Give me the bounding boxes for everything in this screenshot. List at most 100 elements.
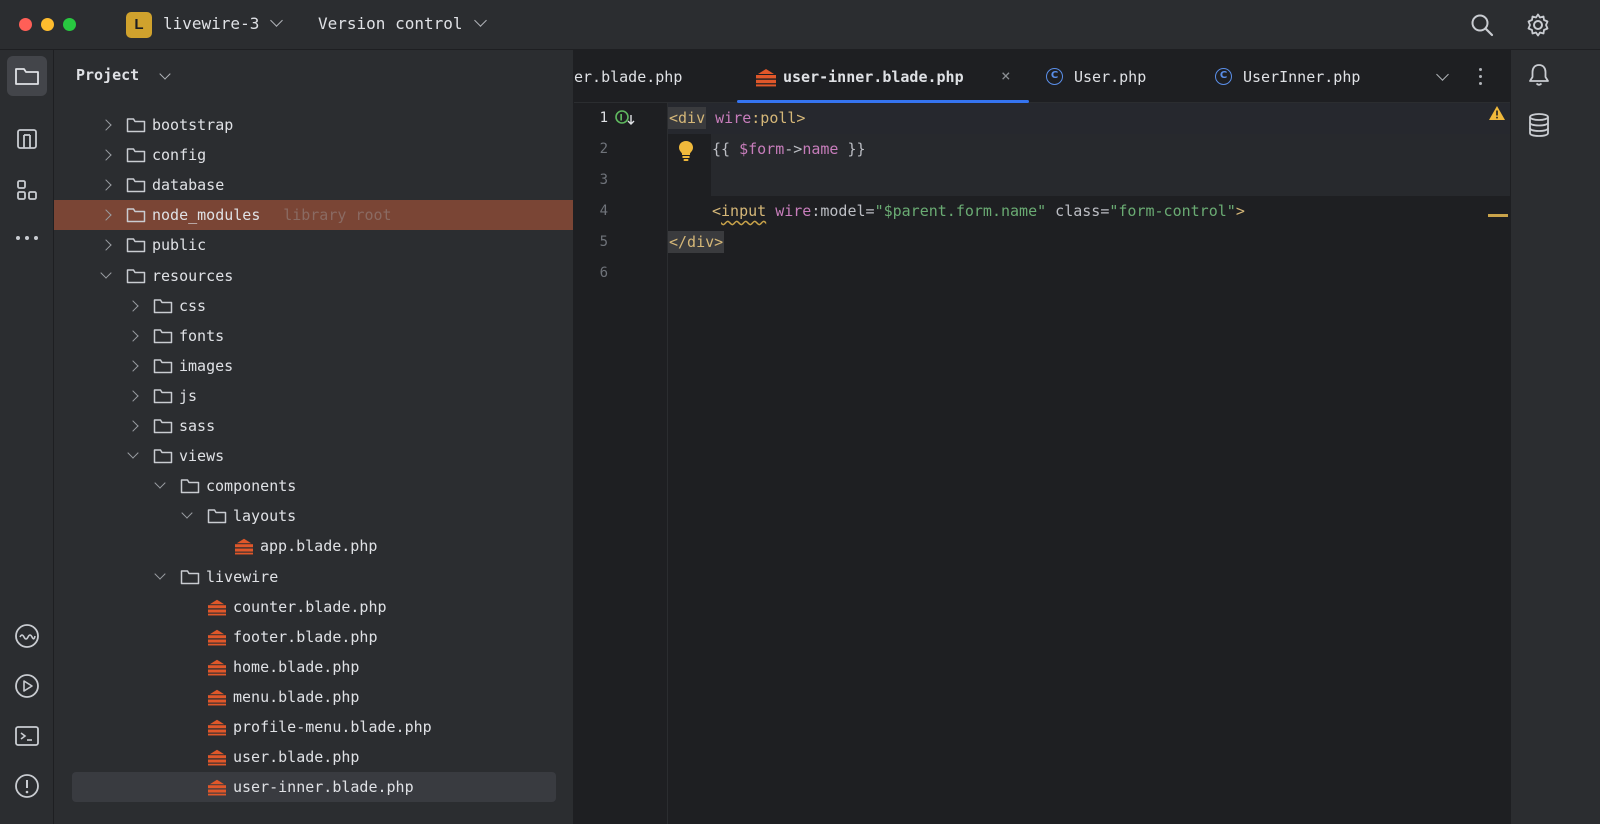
code-line[interactable]: {{ $form->name }} xyxy=(712,134,866,165)
minimize-window-button[interactable] xyxy=(41,18,54,31)
blade-icon xyxy=(208,659,226,676)
line-number: 1 xyxy=(599,110,608,126)
more-vertical-icon[interactable] xyxy=(1479,68,1483,86)
tab-user-inner-blade[interactable]: user-inner.blade.php × xyxy=(737,50,1029,103)
tree-folder[interactable]: bootstrap xyxy=(54,110,573,140)
bell-icon[interactable] xyxy=(1526,62,1552,88)
chevron-down-icon[interactable] xyxy=(154,477,166,489)
tree-file[interactable]: home.blade.php xyxy=(54,652,573,682)
tree-item-label: config xyxy=(152,146,207,165)
project-tool-button[interactable] xyxy=(7,56,47,96)
code-line[interactable]: </div> xyxy=(668,227,725,258)
tree-folder[interactable]: resources xyxy=(54,261,573,291)
ellipsis-icon xyxy=(16,236,38,240)
close-window-button[interactable] xyxy=(19,18,32,31)
more-tools-button[interactable] xyxy=(7,218,47,258)
tree-folder[interactable]: js xyxy=(54,381,573,411)
tree-file[interactable]: user.blade.php xyxy=(54,742,573,772)
folder-icon xyxy=(207,509,227,524)
svg-text:I: I xyxy=(620,114,623,124)
class-icon: C xyxy=(1046,68,1063,85)
tree-folder[interactable]: public xyxy=(54,230,573,260)
chevron-right-icon[interactable] xyxy=(127,330,139,342)
chevron-right-icon[interactable] xyxy=(100,119,112,131)
folder-icon xyxy=(153,359,173,374)
chevron-right-icon[interactable] xyxy=(100,179,112,191)
chevron-down-icon[interactable] xyxy=(127,447,139,459)
project-panel-title[interactable]: Project xyxy=(76,66,171,84)
tree-file[interactable]: profile-menu.blade.php xyxy=(54,712,573,742)
tree-folder[interactable]: livewire xyxy=(54,562,573,592)
project-badge[interactable]: L xyxy=(126,12,152,38)
tree-file[interactable]: app.blade.php xyxy=(54,531,573,561)
tree-file[interactable]: counter.blade.php xyxy=(54,592,573,622)
tree-folder[interactable]: database xyxy=(54,170,573,200)
run-tool-button[interactable] xyxy=(7,666,47,706)
tree-item-label: fonts xyxy=(179,326,225,345)
folder-icon xyxy=(126,148,146,163)
chevron-right-icon[interactable] xyxy=(127,420,139,432)
tree-file[interactable]: user-inner.blade.php xyxy=(72,772,556,803)
tree-folder[interactable]: node_modules library root xyxy=(54,200,573,231)
tree-folder[interactable]: images xyxy=(54,351,573,381)
scrollbar-marker[interactable] xyxy=(1488,214,1508,217)
search-icon[interactable] xyxy=(1469,12,1495,38)
terminal-tool-button[interactable] xyxy=(7,716,47,756)
tree-item-label: user.blade.php xyxy=(233,748,360,767)
code-line[interactable]: <input wire:model="$parent.form.name" cl… xyxy=(712,196,1245,227)
structure-tool-button[interactable] xyxy=(7,119,47,159)
code-line[interactable]: <div wire:poll> xyxy=(668,103,805,134)
blade-icon xyxy=(208,749,226,766)
tree-folder[interactable]: views xyxy=(54,441,573,471)
line-number: 6 xyxy=(599,265,608,281)
chevron-right-icon[interactable] xyxy=(127,390,139,402)
version-control-menu[interactable]: Version control xyxy=(318,14,463,33)
chevron-right-icon[interactable] xyxy=(100,209,112,221)
title-bar: L livewire-3 Version control xyxy=(0,0,1600,50)
play-icon xyxy=(15,674,39,698)
tree-item-label: sass xyxy=(179,417,216,435)
code-area[interactable]: <div wire:poll> {{ $form->name }} <input… xyxy=(668,103,1510,824)
tab-user-php[interactable]: C User.php xyxy=(1044,50,1184,103)
chevron-down-icon[interactable] xyxy=(181,507,193,519)
zoom-window-button[interactable] xyxy=(63,18,76,31)
tab-user-blade[interactable]: er.blade.php xyxy=(574,50,724,103)
tab-userinner-php[interactable]: C UserInner.php xyxy=(1214,50,1394,103)
chevron-down-icon[interactable] xyxy=(474,14,487,27)
chevron-down-icon[interactable] xyxy=(270,14,283,27)
problems-tool-button[interactable] xyxy=(7,766,47,806)
tree-file[interactable]: menu.blade.php xyxy=(54,682,573,712)
warning-icon[interactable] xyxy=(1488,105,1506,121)
tree-item-label: node_modules xyxy=(152,206,261,225)
tree-folder[interactable]: css xyxy=(54,291,573,321)
chevron-down-icon[interactable] xyxy=(1436,68,1449,81)
plugins-tool-button[interactable] xyxy=(7,170,47,210)
alert-circle-icon xyxy=(15,774,39,798)
tree-folder[interactable]: layouts xyxy=(54,501,573,531)
chevron-down-icon[interactable] xyxy=(159,68,171,80)
close-tab-icon[interactable]: × xyxy=(1001,66,1011,85)
blade-icon xyxy=(235,539,253,555)
chevron-right-icon[interactable] xyxy=(127,360,139,372)
tree-item-label: menu.blade.php xyxy=(233,687,360,706)
terminal-icon xyxy=(15,726,39,746)
project-switcher[interactable]: livewire-3 xyxy=(163,14,259,33)
blade-icon xyxy=(756,69,776,87)
database-icon[interactable] xyxy=(1527,112,1551,138)
implements-gutter-icon[interactable]: I xyxy=(614,109,638,127)
tree-folder[interactable]: components xyxy=(54,471,573,501)
tree-file[interactable]: footer.blade.php xyxy=(54,622,573,652)
tree-item-label: views xyxy=(179,447,225,466)
chevron-down-icon[interactable] xyxy=(154,567,166,580)
tree-folder[interactable]: fonts xyxy=(54,321,573,351)
chevron-right-icon[interactable] xyxy=(100,149,112,161)
chevron-down-icon[interactable] xyxy=(100,266,112,279)
tree-folder[interactable]: sass xyxy=(54,411,573,441)
gear-icon[interactable] xyxy=(1525,12,1551,38)
services-tool-button[interactable] xyxy=(7,616,47,656)
chevron-right-icon[interactable] xyxy=(100,239,112,252)
chevron-right-icon[interactable] xyxy=(127,299,139,312)
folder-icon xyxy=(153,328,173,343)
folder-icon xyxy=(153,389,173,404)
tree-folder[interactable]: config xyxy=(54,140,573,170)
